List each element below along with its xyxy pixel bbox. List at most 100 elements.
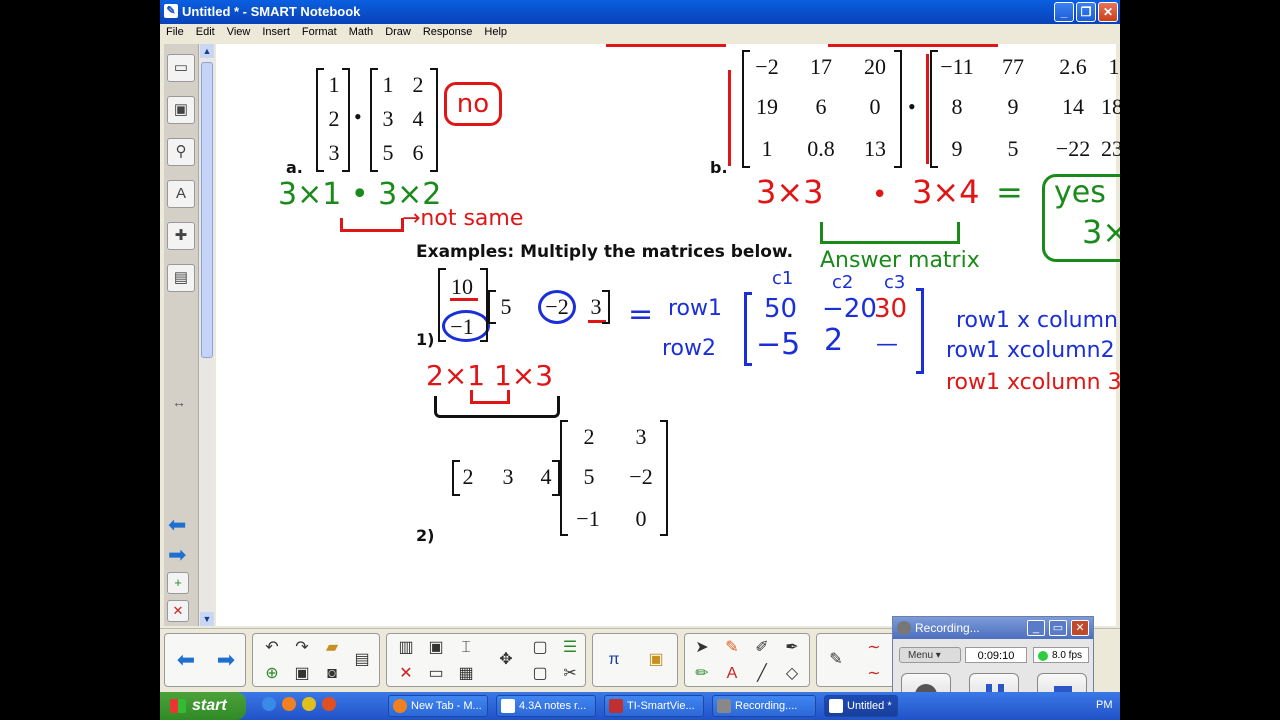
page-sorter-icon[interactable]: ▭: [167, 54, 195, 82]
add-page-icon[interactable]: ⊕: [259, 662, 285, 686]
vertical-scrollbar[interactable]: ▲ ▼: [200, 44, 214, 626]
menu-help[interactable]: Help: [478, 24, 513, 38]
screen-shade-icon[interactable]: ▤: [349, 648, 375, 672]
previous-page-icon[interactable]: ⬅: [173, 648, 199, 672]
menu-view[interactable]: View: [221, 24, 257, 38]
undo-icon[interactable]: ↶: [259, 636, 285, 660]
redo-icon[interactable]: ↷: [289, 636, 315, 660]
paste-icon[interactable]: ▥: [393, 636, 419, 660]
toolbar-group-properties: ✎ ∼ ∼: [816, 633, 896, 687]
creative-pen-icon[interactable]: ✏: [689, 662, 715, 686]
scroll-up-icon[interactable]: ▲: [200, 44, 214, 58]
recorder-restore-button[interactable]: ▭: [1049, 620, 1067, 636]
eraser-icon[interactable]: ◇: [779, 662, 805, 686]
start-button[interactable]: start: [160, 692, 246, 720]
full-screen-icon[interactable]: ▭: [423, 662, 449, 686]
camera-icon[interactable]: ✥: [493, 648, 519, 672]
taskbar-item[interactable]: New Tab - M...: [388, 695, 488, 717]
properties-icon[interactable]: A: [167, 180, 195, 208]
chrome-icon[interactable]: [302, 697, 316, 711]
line-tool-icon[interactable]: ╱: [749, 662, 775, 686]
text-tool-icon[interactable]: A: [719, 662, 745, 686]
line-width-icon[interactable]: ∼: [861, 662, 887, 686]
delete-icon[interactable]: ✕: [393, 662, 419, 686]
scroll-thumb[interactable]: [201, 62, 213, 358]
resize-icon[interactable]: ↔: [172, 394, 186, 410]
matrix-cell: 4: [412, 106, 424, 131]
table-tool-icon[interactable]: ⌶: [453, 636, 479, 660]
whiteboard-page[interactable]: 1 2 3 • 1 2 3 4 5 6 a. no 3×1 • 3×2 →not…: [216, 44, 1120, 626]
next-page-icon[interactable]: ➡: [168, 542, 186, 568]
document-camera-icon[interactable]: ▢: [527, 636, 553, 660]
bracket: [894, 50, 902, 168]
ie-icon[interactable]: [262, 697, 276, 711]
previous-page-icon[interactable]: ⬅: [168, 512, 186, 538]
attachments-icon[interactable]: ⚲: [167, 138, 195, 166]
recorder-minimize-button[interactable]: _: [1027, 620, 1045, 636]
column-label: c2: [832, 272, 854, 293]
system-clock: PM: [1096, 699, 1113, 711]
document-icon: [501, 699, 515, 713]
taskbar-item-label: Recording....: [735, 700, 798, 712]
floppy-icon[interactable]: ◙: [319, 662, 345, 686]
status-dot-icon: [1038, 651, 1048, 661]
scroll-down-icon[interactable]: ▼: [200, 612, 214, 626]
matrix-cell: 3: [502, 464, 514, 489]
firefox-icon-2[interactable]: [322, 697, 336, 711]
matrix-cell: 0: [635, 506, 647, 531]
add-page-icon[interactable]: +: [167, 572, 189, 594]
taskbar-item[interactable]: TI-SmartVie...: [604, 695, 704, 717]
highlighter-icon[interactable]: ✐: [749, 636, 775, 660]
taskbar-item[interactable]: Recording....: [712, 695, 816, 717]
menu-response[interactable]: Response: [417, 24, 479, 38]
firefox-icon[interactable]: [282, 697, 296, 711]
smart-notebook-icon: [829, 699, 843, 713]
matrix-cell: 5: [1007, 136, 1019, 161]
matrix-cell: 18: [1101, 94, 1120, 119]
menu-math[interactable]: Math: [343, 24, 379, 38]
matrix-cell: 20: [864, 54, 886, 79]
menu-file[interactable]: File: [160, 24, 190, 38]
recorder-close-button[interactable]: ✕: [1071, 620, 1089, 636]
magic-pen-icon[interactable]: ✒: [779, 636, 805, 660]
lesson-activity-icon[interactable]: ▣: [643, 648, 669, 672]
select-arrow-icon[interactable]: ➤: [689, 636, 715, 660]
next-page-icon[interactable]: ➡: [213, 648, 239, 672]
add-ons-icon[interactable]: ✚: [167, 222, 195, 250]
menu-draw[interactable]: Draw: [379, 24, 417, 38]
matrix-cell: 3: [328, 140, 340, 165]
windows-taskbar: start New Tab - M... 4.3A notes r... TI-…: [160, 692, 1120, 720]
lesson-icon[interactable]: ▤: [167, 264, 195, 292]
delete-page-icon[interactable]: ✕: [167, 600, 189, 622]
screen-capture-icon[interactable]: ▣: [423, 636, 449, 660]
taskbar-item[interactable]: 4.3A notes r...: [496, 695, 596, 717]
matrix-cell: 9: [951, 136, 963, 161]
recorder-icon: [897, 621, 911, 635]
open-folder-icon[interactable]: ▰: [319, 636, 345, 660]
taskbar-item-active[interactable]: Untitled *: [824, 695, 898, 717]
toolbar-group-draw: ➤ ✎ ✐ ✒ ✏ A ╱ ◇: [684, 633, 810, 687]
start-label: start: [192, 697, 227, 714]
result-cell: 30: [874, 294, 908, 324]
line-style-icon[interactable]: ∼: [861, 636, 887, 660]
bracket: [560, 420, 568, 536]
menu-edit[interactable]: Edit: [190, 24, 221, 38]
response-icon[interactable]: ☰: [557, 636, 583, 660]
recorder-menu[interactable]: Menu ▾: [899, 647, 961, 663]
maximize-button[interactable]: ❐: [1076, 2, 1096, 22]
pen-icon[interactable]: ✎: [719, 636, 745, 660]
menu-insert[interactable]: Insert: [256, 24, 296, 38]
matrix-cell: 14: [1062, 94, 1084, 119]
pen-properties-icon[interactable]: ✎: [823, 648, 849, 672]
tools-icon[interactable]: ✂: [557, 662, 583, 686]
menu-format[interactable]: Format: [296, 24, 343, 38]
display-icon[interactable]: ▢: [527, 662, 553, 686]
close-button[interactable]: ✕: [1098, 2, 1118, 22]
save-icon[interactable]: ▣: [289, 662, 315, 686]
gallery-icon[interactable]: ▣: [167, 96, 195, 124]
toolbar-group-math: π ▣: [592, 633, 678, 687]
minimize-button[interactable]: _: [1054, 2, 1074, 22]
toolbar-group-insert: ▥ ▣ ⌶ ✕ ▭ ▦ ✥ ▢ ☰ ▢ ✂: [386, 633, 586, 687]
table-icon[interactable]: ▦: [453, 662, 479, 686]
math-tools-icon[interactable]: π: [601, 648, 627, 672]
